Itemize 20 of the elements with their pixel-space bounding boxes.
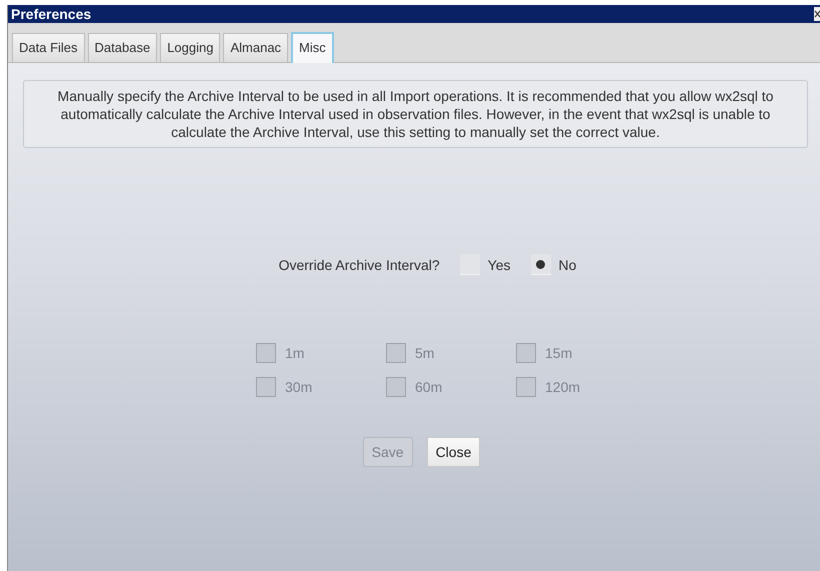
tab[interactable]: Almanac xyxy=(223,33,288,62)
description-text: Manually specify the Archive Interval to be used in all Import operations. It is recommended that you allow wx2sql to automatically calculate the Archive Interval used in observation files. However, in the event that wx2sql is unable to calculate the Archive Interval, use this setting to manually set the correct value. xyxy=(23,80,808,148)
checkbox-label: 5m xyxy=(415,345,434,361)
checkbox-label: 1m xyxy=(285,345,304,361)
checkbox-label: 15m xyxy=(545,345,572,361)
tab[interactable]: Database xyxy=(88,33,158,62)
window-title: Preferences xyxy=(10,6,92,22)
radio-label: Yes xyxy=(488,256,510,272)
checkbox-label: 60m xyxy=(415,379,442,395)
tab[interactable]: Misc xyxy=(291,32,334,63)
close-button[interactable]: Close xyxy=(426,437,480,467)
close-icon[interactable] xyxy=(814,7,820,21)
tab[interactable]: Logging xyxy=(160,33,220,62)
tab[interactable]: Data Files xyxy=(12,33,85,62)
override-label: Override Archive Interval? xyxy=(278,256,440,272)
checkbox-label: 120m xyxy=(545,379,580,395)
checkbox-label: 30m xyxy=(285,379,312,395)
radio-button[interactable] xyxy=(460,254,480,275)
radio-button[interactable] xyxy=(530,254,550,275)
radio-label: No xyxy=(558,256,576,272)
